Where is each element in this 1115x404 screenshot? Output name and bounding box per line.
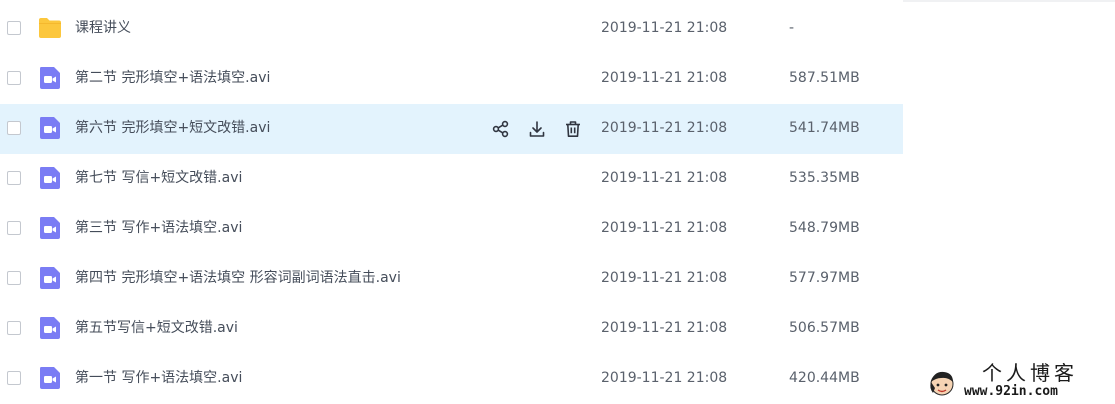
file-size: 506.57MB xyxy=(789,320,860,336)
file-name[interactable]: 第二节 完形填空+语法填空.avi xyxy=(75,69,270,87)
watermark-url: www.92in.com xyxy=(964,384,1058,399)
row-checkbox[interactable] xyxy=(7,371,21,385)
download-icon[interactable] xyxy=(526,118,548,140)
list-item[interactable]: 课程讲义 2019-11-21 21:08 - xyxy=(0,4,903,54)
file-modified-date: 2019-11-21 21:08 xyxy=(601,120,728,136)
row-checkbox[interactable] xyxy=(7,121,21,135)
file-size: 548.79MB xyxy=(789,220,860,236)
list-item[interactable]: 第四节 完形填空+语法填空 形容词副词语法直击.avi 2019-11-21 2… xyxy=(0,254,903,304)
file-modified-date: 2019-11-21 21:08 xyxy=(601,170,728,186)
video-file-icon xyxy=(38,66,62,90)
file-name[interactable]: 第六节 完形填空+短文改错.avi xyxy=(75,119,270,137)
file-name[interactable]: 第五节写信+短文改错.avi xyxy=(75,319,238,337)
file-size: 577.97MB xyxy=(789,270,860,286)
video-file-icon xyxy=(38,216,62,240)
file-size: - xyxy=(789,20,795,36)
file-name[interactable]: 课程讲义 xyxy=(75,19,131,37)
file-manager-page: 课程讲义 2019-11-21 21:08 - 第二节 完形填空+语法填空.av… xyxy=(0,0,1115,404)
row-checkbox[interactable] xyxy=(7,221,21,235)
row-checkbox[interactable] xyxy=(7,271,21,285)
folder-icon xyxy=(38,16,62,40)
header-divider xyxy=(903,0,1115,2)
video-file-icon xyxy=(38,366,62,390)
file-size: 541.74MB xyxy=(789,120,860,136)
file-size: 420.44MB xyxy=(789,370,860,386)
file-size: 535.35MB xyxy=(789,170,860,186)
file-modified-date: 2019-11-21 21:08 xyxy=(601,70,728,86)
file-modified-date: 2019-11-21 21:08 xyxy=(601,270,728,286)
blog-watermark: 个人博客 www.92in.com xyxy=(920,362,1115,404)
file-modified-date: 2019-11-21 21:08 xyxy=(601,370,728,386)
list-item[interactable]: 第一节 写作+语法填空.avi 2019-11-21 21:08 420.44M… xyxy=(0,354,903,404)
file-name[interactable]: 第三节 写作+语法填空.avi xyxy=(75,219,242,237)
file-name[interactable]: 第一节 写作+语法填空.avi xyxy=(75,369,242,387)
watermark-title: 个人博客 xyxy=(982,361,1078,385)
row-checkbox[interactable] xyxy=(7,171,21,185)
share-icon[interactable] xyxy=(490,118,512,140)
file-modified-date: 2019-11-21 21:08 xyxy=(601,320,728,336)
file-name[interactable]: 第七节 写信+短文改错.avi xyxy=(75,169,242,187)
file-modified-date: 2019-11-21 21:08 xyxy=(601,20,728,36)
file-list: 课程讲义 2019-11-21 21:08 - 第二节 完形填空+语法填空.av… xyxy=(0,4,903,404)
avatar-icon xyxy=(926,368,958,400)
file-size: 587.51MB xyxy=(789,70,860,86)
list-item-hovered[interactable]: 第六节 完形填空+短文改错.avi 2019-11-21 21:08 541.7… xyxy=(0,104,903,154)
video-file-icon xyxy=(38,166,62,190)
video-file-icon xyxy=(38,266,62,290)
row-checkbox[interactable] xyxy=(7,321,21,335)
video-file-icon xyxy=(38,316,62,340)
list-item[interactable]: 第五节写信+短文改错.avi 2019-11-21 21:08 506.57MB xyxy=(0,304,903,354)
file-name[interactable]: 第四节 完形填空+语法填空 形容词副词语法直击.avi xyxy=(75,269,401,287)
file-modified-date: 2019-11-21 21:08 xyxy=(601,220,728,236)
delete-icon[interactable] xyxy=(562,118,584,140)
list-item[interactable]: 第三节 写作+语法填空.avi 2019-11-21 21:08 548.79M… xyxy=(0,204,903,254)
list-item[interactable]: 第二节 完形填空+语法填空.avi 2019-11-21 21:08 587.5… xyxy=(0,54,903,104)
row-checkbox[interactable] xyxy=(7,21,21,35)
video-file-icon xyxy=(38,116,62,140)
row-actions xyxy=(490,118,584,140)
row-checkbox[interactable] xyxy=(7,71,21,85)
list-item[interactable]: 第七节 写信+短文改错.avi 2019-11-21 21:08 535.35M… xyxy=(0,154,903,204)
